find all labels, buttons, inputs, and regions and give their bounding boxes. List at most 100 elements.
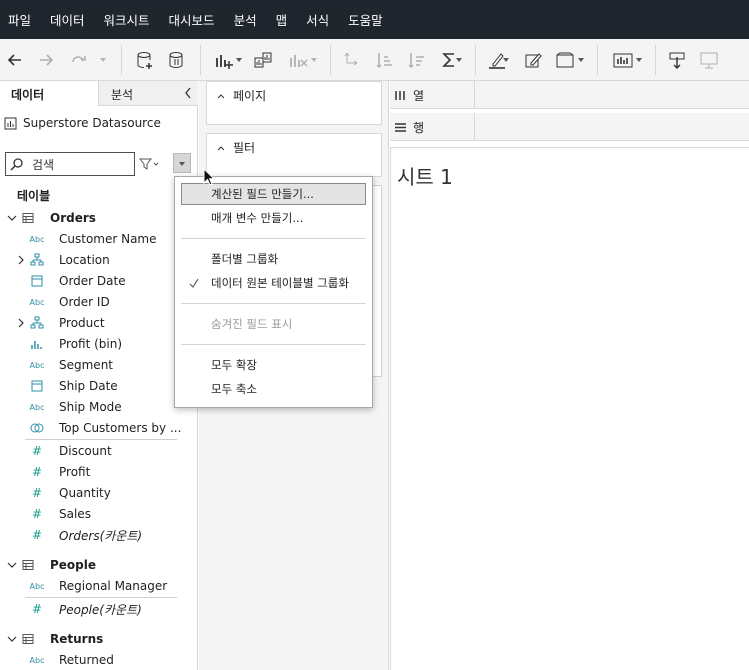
redo-icon[interactable] [66,47,92,73]
field-row[interactable]: # Profit [0,462,196,482]
filters-card-title[interactable]: 필터 [217,139,255,156]
menu-separator [181,238,366,239]
new-datasource-icon[interactable] [132,47,158,73]
columns-shelf[interactable]: 열 [390,81,749,109]
field-label: Ship Mode [59,400,122,414]
toolbar [0,39,749,81]
field-search-input[interactable]: 검색 [5,152,135,176]
table-people[interactable]: People [0,555,196,575]
chevron-up-icon[interactable] [217,93,225,99]
chevron-right-icon[interactable] [16,318,26,328]
swap-rows-columns-icon[interactable] [339,47,365,73]
menu-collapse-all[interactable]: 모두 축소 [175,378,372,400]
edit-labels-icon[interactable] [520,47,546,73]
chevron-right-icon[interactable] [16,255,26,265]
dimension-measure-divider [25,597,177,598]
measure-type-icon: # [31,465,43,479]
field-row[interactable]: Abc Ship Mode [0,397,196,417]
field-row[interactable]: # Discount [0,441,196,461]
datasource-item[interactable]: Superstore Datasource [4,114,194,132]
highlight-dropdown-icon[interactable] [503,58,509,62]
tab-analysis[interactable]: 분석 [98,81,198,106]
collapse-panel-icon[interactable] [184,87,192,99]
field-row[interactable]: Abc Segment [0,355,196,375]
menu-create-calculated-field[interactable]: 계산된 필드 만들기... [181,183,366,205]
view-canvas[interactable] [390,147,749,670]
measure-type-icon: # [31,444,43,458]
shelf-divider [474,113,475,141]
show-me-icon[interactable] [610,47,636,73]
menu-dashboard[interactable]: 대시보드 [169,10,215,29]
duplicate-sheet-icon[interactable] [250,47,276,73]
sheet-title[interactable]: 시트 1 [397,161,453,190]
field-row[interactable]: Order Date [0,271,196,291]
field-row[interactable]: # Orders(카운트) [0,525,196,545]
field-row[interactable]: Abc Customer Name [0,229,196,249]
field-row[interactable]: # Sales [0,504,196,524]
chevron-down-icon[interactable] [7,560,17,570]
menu-expand-all[interactable]: 모두 확장 [175,354,372,376]
pages-card[interactable]: 페이지 [206,81,382,125]
menu-create-parameter[interactable]: 매개 변수 만들기... [175,207,372,229]
menu-worksheet[interactable]: 워크시트 [104,10,150,29]
field-label: Segment [59,358,113,372]
show-me-dropdown-icon[interactable] [636,58,642,62]
field-row[interactable]: Product [0,313,196,333]
table-icon [22,560,34,570]
field-row[interactable]: Abc Returned [0,650,196,670]
menu-group-by-folder[interactable]: 폴더별 그룹화 [175,248,372,270]
table-orders[interactable]: Orders [0,208,196,228]
field-label: Location [59,253,110,267]
filters-card[interactable]: 필터 [206,133,382,177]
sort-descending-icon[interactable] [404,47,430,73]
data-panel-menu-button[interactable] [173,153,191,173]
pages-card-title[interactable]: 페이지 [217,87,266,104]
totals-dropdown-icon[interactable] [456,58,462,62]
field-row[interactable]: # People(카운트) [0,599,196,619]
menu-data[interactable]: 데이터 [50,10,85,29]
clear-sheet-icon[interactable] [285,47,311,73]
field-label: Quantity [59,486,111,500]
menu-map[interactable]: 맵 [276,10,288,29]
field-row[interactable]: Abc Regional Manager [0,576,196,596]
field-row[interactable]: Profit (bin) [0,334,196,354]
rows-shelf[interactable]: 행 [390,113,749,141]
menu-analysis[interactable]: 분석 [234,10,257,29]
field-row[interactable]: Abc Order ID [0,292,196,312]
menu-help[interactable]: 도움말 [348,10,383,29]
columns-icon [395,90,405,100]
menu-file[interactable]: 파일 [8,10,31,29]
mouse-cursor-icon [203,168,215,186]
field-label: Profit [59,465,91,479]
pause-datasource-icon[interactable] [164,47,190,73]
sort-ascending-icon[interactable] [372,47,398,73]
menu-group-by-table-label: 데이터 원본 테이블별 그룹화 [211,276,349,290]
chevron-down-icon[interactable] [7,213,17,223]
download-icon[interactable] [664,47,690,73]
fit-dropdown-icon[interactable] [578,58,584,62]
redo-dropdown-icon[interactable] [100,58,106,62]
forward-icon[interactable] [33,47,59,73]
menu-bar: 파일 데이터 워크시트 대시보드 분석 맵 서식 도움말 [0,0,749,39]
field-row[interactable]: Top Customers by ... [0,418,196,438]
clear-sheet-dropdown-icon[interactable] [311,58,317,62]
menu-group-by-table[interactable]: 데이터 원본 테이블별 그룹화 [175,272,372,294]
presentation-icon[interactable] [696,47,722,73]
filter-fields-button[interactable] [139,155,161,173]
field-row[interactable]: # Quantity [0,483,196,503]
field-label: Order ID [59,295,110,309]
field-row[interactable]: Ship Date [0,376,196,396]
chevron-down-icon[interactable] [7,634,17,644]
rows-shelf-label: 행 [394,113,474,141]
new-worksheet-dropdown-icon[interactable] [236,58,242,62]
table-returns[interactable]: Returns [0,629,196,649]
table-name: Orders [50,211,96,225]
back-icon[interactable] [2,47,28,73]
fit-icon[interactable] [552,47,578,73]
tab-data[interactable]: 데이터 [0,81,98,106]
field-row[interactable]: Location [0,250,196,270]
new-worksheet-icon[interactable] [211,47,237,73]
field-label: Top Customers by ... [59,421,182,435]
menu-format[interactable]: 서식 [306,10,329,29]
chevron-up-icon[interactable] [217,145,225,151]
